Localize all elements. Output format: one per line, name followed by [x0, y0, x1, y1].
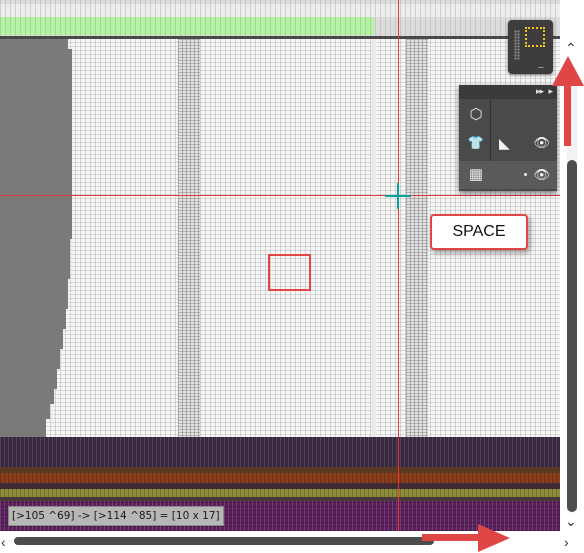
expand-panel-icon[interactable]: ▸▸ [536, 86, 544, 97]
navigator-viewport-frame[interactable] [525, 27, 545, 47]
vertical-guide-line-ruler [398, 0, 399, 39]
grid-layer-icon: ▦ [468, 166, 484, 183]
layer-row-garment[interactable]: 👕 ◣ 👁 [459, 129, 557, 157]
add-layer-icon[interactable]: ⬡ [466, 106, 486, 124]
navigator-dots [514, 30, 520, 60]
mini-navigator[interactable]: – [508, 20, 553, 74]
pattern-icon: ◣ [499, 135, 510, 151]
vertical-guide-line [398, 39, 399, 531]
stripe-olive [0, 489, 560, 497]
stripe-plum [0, 437, 560, 467]
stripe-rust [0, 473, 560, 483]
cable-column [178, 39, 200, 439]
visibility-eye-icon[interactable]: 👁 [533, 166, 550, 184]
top-ruler[interactable] [0, 0, 560, 39]
scroll-down-icon[interactable]: ⌄ [565, 513, 577, 530]
selection-box [268, 254, 311, 291]
ruler-highlight-range [0, 17, 374, 35]
ruler-ticks [0, 4, 560, 17]
layers-panel: ▸▸ ▸ ⬡ 👕 ◣ 👁 ▦ 👁 [459, 85, 557, 191]
space-key-hint: SPACE [430, 214, 528, 250]
cable-column [406, 39, 428, 439]
gray-shaping-area [0, 39, 72, 439]
scroll-right-icon[interactable]: › [564, 534, 569, 550]
garment-icon: 👕 [467, 135, 485, 150]
horizontal-guide-line [0, 195, 560, 196]
layer-row-grid[interactable]: ▦ 👁 [459, 161, 557, 189]
space-key-label: SPACE [452, 223, 506, 240]
selection-coordinates-readout: [>105 ^69] -> [>114 ^85] = [10 x 17] [8, 506, 224, 526]
active-layer-dot [524, 173, 527, 176]
crosshair-cursor-icon [385, 183, 411, 209]
vertical-scroll-thumb[interactable] [567, 160, 577, 512]
horizontal-scroll-thumb[interactable] [14, 537, 434, 545]
layers-panel-header: ▸▸ ▸ [459, 85, 557, 99]
knit-editor-view: SPACE – ▸▸ ▸ ⬡ 👕 ◣ 👁 ▦ 👁 ⌃ ⌄ ‹ › [>105 ^… [0, 0, 584, 553]
layer-row-add[interactable]: ⬡ [459, 101, 557, 129]
scroll-left-icon[interactable]: ‹ [1, 534, 6, 550]
cable-column [372, 39, 376, 439]
annotation-arrow-right-icon [422, 524, 510, 552]
navigator-collapse-icon[interactable]: – [538, 63, 544, 73]
annotation-arrow-up-icon [552, 56, 584, 146]
